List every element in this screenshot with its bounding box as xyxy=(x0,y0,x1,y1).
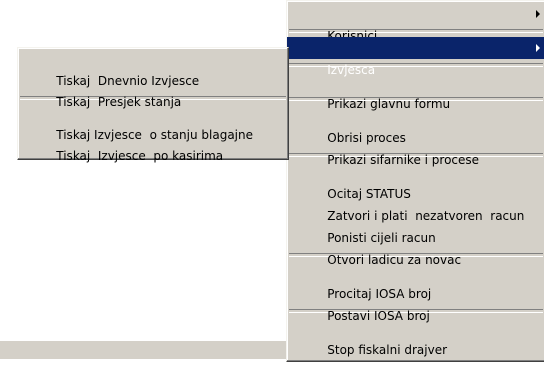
menu-item-ocitaj-status[interactable]: Ocitaj STATUS xyxy=(287,161,544,201)
menu-item-otvori-ladicu[interactable]: Otvori ladicu za novac xyxy=(287,227,544,267)
submenu-item-dnevno-izvjesce[interactable]: Tiskaj Dnevnio Izvjesce xyxy=(18,50,288,88)
submenu-arrow-icon xyxy=(536,10,540,18)
menu-item-postavi-iosa[interactable]: Postavi IOSA broj xyxy=(287,283,544,323)
context-menu: Korisnici Izvjesca Prikazi glavnu formu … xyxy=(286,0,544,362)
menu-item-ponisti-racun[interactable]: Ponisti cijeli racun xyxy=(287,205,544,245)
menu-item-izvjesca[interactable]: Izvjesca xyxy=(287,37,544,77)
menu-item-zatvori-i-plati[interactable]: Zatvori i plati nezatvoren racun xyxy=(287,183,544,223)
submenu-item-po-kasirima[interactable]: Tiskaj Izvjesce po kasirima xyxy=(18,125,288,163)
submenu-izvjesca: Tiskaj Dnevnio Izvjesce Tiskaj Presjek s… xyxy=(17,47,289,163)
submenu-arrow-icon xyxy=(536,44,540,52)
menu-item-korisnici[interactable]: Korisnici xyxy=(287,3,544,43)
submenu-item-presjek-stanja[interactable]: Tiskaj Presjek stanja xyxy=(18,71,288,109)
menu-item-prikazi-sifarnike[interactable]: Prikazi sifarnike i procese xyxy=(287,127,544,167)
menu-item-label: Stop fiskalni drajver xyxy=(327,343,448,357)
menu-item-procitaj-iosa[interactable]: Procitaj IOSA broj xyxy=(287,261,544,301)
menu-item-prikazi-glavnu-formu[interactable]: Prikazi glavnu formu xyxy=(287,71,544,111)
menu-item-obrisi-proces[interactable]: Obrisi proces xyxy=(287,105,544,145)
submenu-item-stanje-blagajne[interactable]: Tiskaj Izvjesce o stanju blagajne xyxy=(18,104,288,142)
menu-item-label: Tiskaj Izvjesce po kasirima xyxy=(56,149,224,163)
window-strip xyxy=(0,340,286,359)
menu-item-stop-fiskalni[interactable]: Stop fiskalni drajver xyxy=(287,317,544,357)
